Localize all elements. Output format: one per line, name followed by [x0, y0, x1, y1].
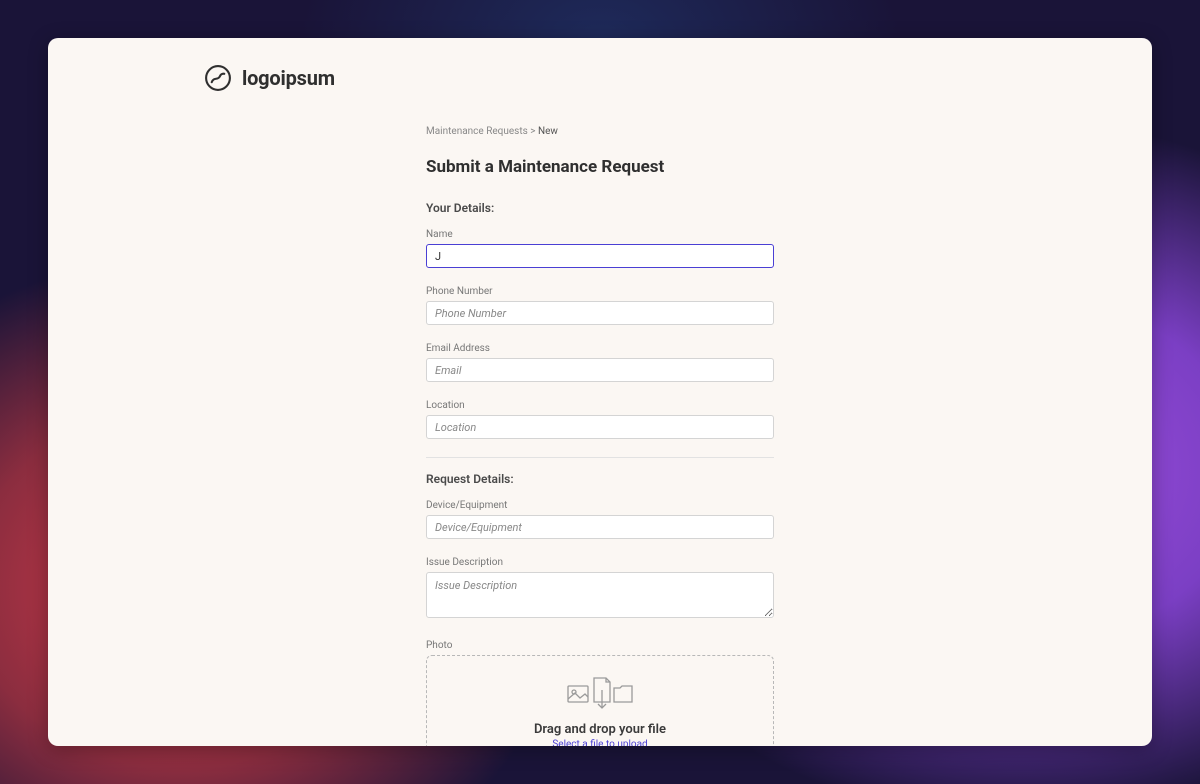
label-phone: Phone Number — [426, 286, 774, 297]
breadcrumb-parent[interactable]: Maintenance Requests — [426, 126, 528, 137]
email-input[interactable] — [426, 358, 774, 382]
name-input[interactable] — [426, 244, 774, 268]
field-issue: Issue Description — [426, 557, 774, 622]
breadcrumb: Maintenance Requests > New — [426, 126, 774, 137]
field-photo: Photo — [426, 640, 774, 746]
header: logoipsum — [48, 38, 1152, 92]
select-file-link[interactable]: Select a file to upload — [552, 739, 647, 747]
dropzone-icons — [566, 674, 634, 712]
field-name: Name — [426, 229, 774, 268]
page-title: Submit a Maintenance Request — [426, 157, 774, 177]
section-request-details-title: Request Details: — [426, 472, 774, 486]
label-location: Location — [426, 400, 774, 411]
field-device: Device/Equipment — [426, 500, 774, 539]
dropzone-title: Drag and drop your file — [534, 722, 666, 737]
phone-input[interactable] — [426, 301, 774, 325]
field-location: Location — [426, 400, 774, 439]
field-email: Email Address — [426, 343, 774, 382]
breadcrumb-separator: > — [530, 126, 535, 137]
location-input[interactable] — [426, 415, 774, 439]
device-input[interactable] — [426, 515, 774, 539]
label-device: Device/Equipment — [426, 500, 774, 511]
app-window: logoipsum Maintenance Requests > New Sub… — [48, 38, 1152, 746]
field-phone: Phone Number — [426, 286, 774, 325]
file-dropzone[interactable]: Drag and drop your file Select a file to… — [426, 655, 774, 746]
breadcrumb-current: New — [538, 126, 558, 137]
section-your-details-title: Your Details: — [426, 201, 774, 215]
brand-logo-icon — [204, 64, 232, 92]
label-photo: Photo — [426, 640, 774, 651]
label-name: Name — [426, 229, 774, 240]
section-divider — [426, 457, 774, 458]
label-issue: Issue Description — [426, 557, 774, 568]
brand-name: logoipsum — [242, 66, 335, 90]
form-container: Maintenance Requests > New Submit a Main… — [426, 126, 774, 746]
label-email: Email Address — [426, 343, 774, 354]
issue-textarea[interactable] — [426, 572, 774, 618]
